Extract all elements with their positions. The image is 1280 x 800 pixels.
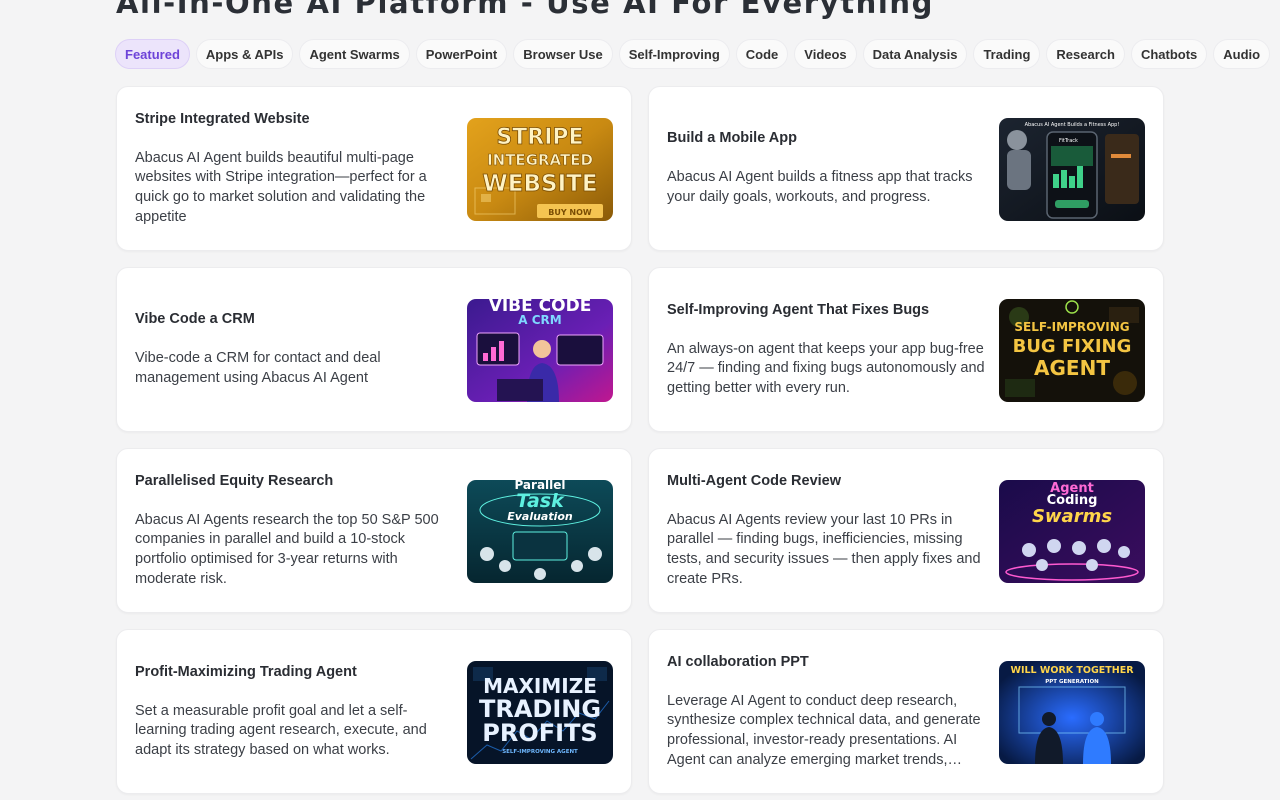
use-case-card-crm[interactable]: Vibe Code a CRM Vibe-code a CRM for cont…	[116, 267, 632, 432]
use-case-grid: Stripe Integrated Website Abacus AI Agen…	[116, 86, 1164, 794]
thumb-text: AGENT	[1034, 356, 1110, 380]
thumb-app-name: FitTrack	[1059, 138, 1078, 144]
tab-trading[interactable]: Trading	[973, 39, 1041, 69]
tab-powerpoint[interactable]: PowerPoint	[415, 39, 508, 69]
card-description: Set a measurable profit goal and let a s…	[135, 702, 427, 758]
equity-research-thumbnail: Parallel Task Evaluation	[467, 480, 613, 583]
thumb-text: A CRM	[518, 313, 561, 327]
card-description: Abacus AI Agents review your last 10 PRs…	[667, 511, 981, 587]
tab-audio[interactable]: Audio	[1213, 39, 1271, 69]
tab-data-analysis[interactable]: Data Analysis	[862, 39, 968, 69]
use-case-card-code-review[interactable]: Multi-Agent Code Review Abacus AI Agents…	[648, 448, 1164, 613]
card-title: Profit-Maximizing Trading Agent	[135, 663, 357, 680]
tab-code[interactable]: Code	[735, 39, 789, 69]
thumb-badge: BUY NOW	[548, 208, 592, 217]
category-tabs: Featured Apps & APIs Agent Swarms PowerP…	[115, 39, 1271, 69]
use-case-card-equity-research[interactable]: Parallelised Equity Research Abacus AI A…	[116, 448, 632, 613]
use-case-card-stripe-website[interactable]: Stripe Integrated Website Abacus AI Agen…	[116, 86, 632, 251]
thumb-text: WEBSITE	[482, 171, 597, 197]
tab-videos[interactable]: Videos	[794, 39, 857, 69]
thumb-text: BUG FIXING	[1013, 336, 1132, 357]
ppt-thumbnail: WILL WORK TOGETHER PPT GENERATION	[999, 661, 1145, 764]
crm-thumbnail: VIBE CODE A CRM	[467, 299, 613, 402]
card-title: Multi-Agent Code Review	[667, 472, 842, 489]
thumb-text: PROFITS	[482, 719, 597, 747]
card-title: Vibe Code a CRM	[135, 311, 255, 328]
tab-apps-apis[interactable]: Apps & APIs	[195, 39, 294, 69]
page-title: All-In-One AI Platform - Use AI For Ever…	[116, 0, 935, 20]
trading-thumbnail: MAXIMIZE TRADING PROFITS SELF-IMPROVING …	[467, 661, 613, 764]
thumb-badge: SELF-IMPROVING AGENT	[502, 749, 578, 755]
thumb-text: Task	[516, 490, 565, 512]
use-case-card-trading-agent[interactable]: Profit-Maximizing Trading Agent Set a me…	[116, 629, 632, 794]
card-title: Build a Mobile App	[667, 130, 797, 147]
card-title: Stripe Integrated Website	[135, 110, 310, 127]
card-title: AI collaboration PPT	[667, 653, 809, 670]
tab-featured[interactable]: Featured	[115, 39, 190, 69]
tab-chatbots[interactable]: Chatbots	[1130, 39, 1208, 69]
card-title: Parallelised Equity Research	[135, 472, 334, 489]
card-description: Abacus AI Agents research the top 50 S&P…	[135, 511, 439, 587]
thumb-caption: Abacus AI Agent Builds a Fitness App!	[1025, 122, 1120, 128]
use-case-card-mobile-app[interactable]: Build a Mobile App Abacus AI Agent build…	[648, 86, 1164, 251]
code-review-thumbnail: Agent Coding Swarms	[999, 480, 1145, 583]
thumb-text: Swarms	[1032, 506, 1112, 527]
use-case-card-bug-fixing-agent[interactable]: Self-Improving Agent That Fixes Bugs An …	[648, 267, 1164, 432]
tab-self-improving[interactable]: Self-Improving	[618, 39, 730, 69]
tab-agent-swarms[interactable]: Agent Swarms	[299, 39, 410, 69]
thumb-text: WILL WORK TOGETHER	[1010, 665, 1134, 676]
card-description: Leverage AI Agent to conduct deep resear…	[667, 692, 981, 768]
thumb-text: STRIPE	[496, 125, 583, 150]
tab-browser-use[interactable]: Browser Use	[513, 39, 613, 69]
card-title: Self-Improving Agent That Fixes Bugs	[667, 301, 930, 318]
card-description: Abacus AI Agent builds beautiful multi-p…	[135, 149, 427, 225]
thumb-text: Evaluation	[507, 510, 573, 523]
stripe-website-thumbnail: STRIPE INTEGRATED WEBSITE BUY NOW	[467, 118, 613, 221]
card-description: An always-on agent that keeps your app b…	[667, 340, 985, 396]
bug-fixing-thumbnail: SELF-IMPROVING BUG FIXING AGENT	[999, 299, 1145, 402]
thumb-text: INTEGRATED	[487, 151, 593, 169]
card-description: Vibe-code a CRM for contact and deal man…	[135, 350, 381, 386]
mobile-app-thumbnail: Abacus AI Agent Builds a Fitness App! Fi…	[999, 118, 1145, 221]
thumb-text: PPT GENERATION	[1045, 679, 1099, 685]
card-description: Abacus AI Agent builds a fitness app tha…	[667, 169, 973, 205]
tab-research[interactable]: Research	[1046, 39, 1125, 69]
use-case-card-ai-collaboration-ppt[interactable]: AI collaboration PPT Leverage AI Agent t…	[648, 629, 1164, 794]
thumb-text: SELF-IMPROVING	[1014, 320, 1129, 334]
